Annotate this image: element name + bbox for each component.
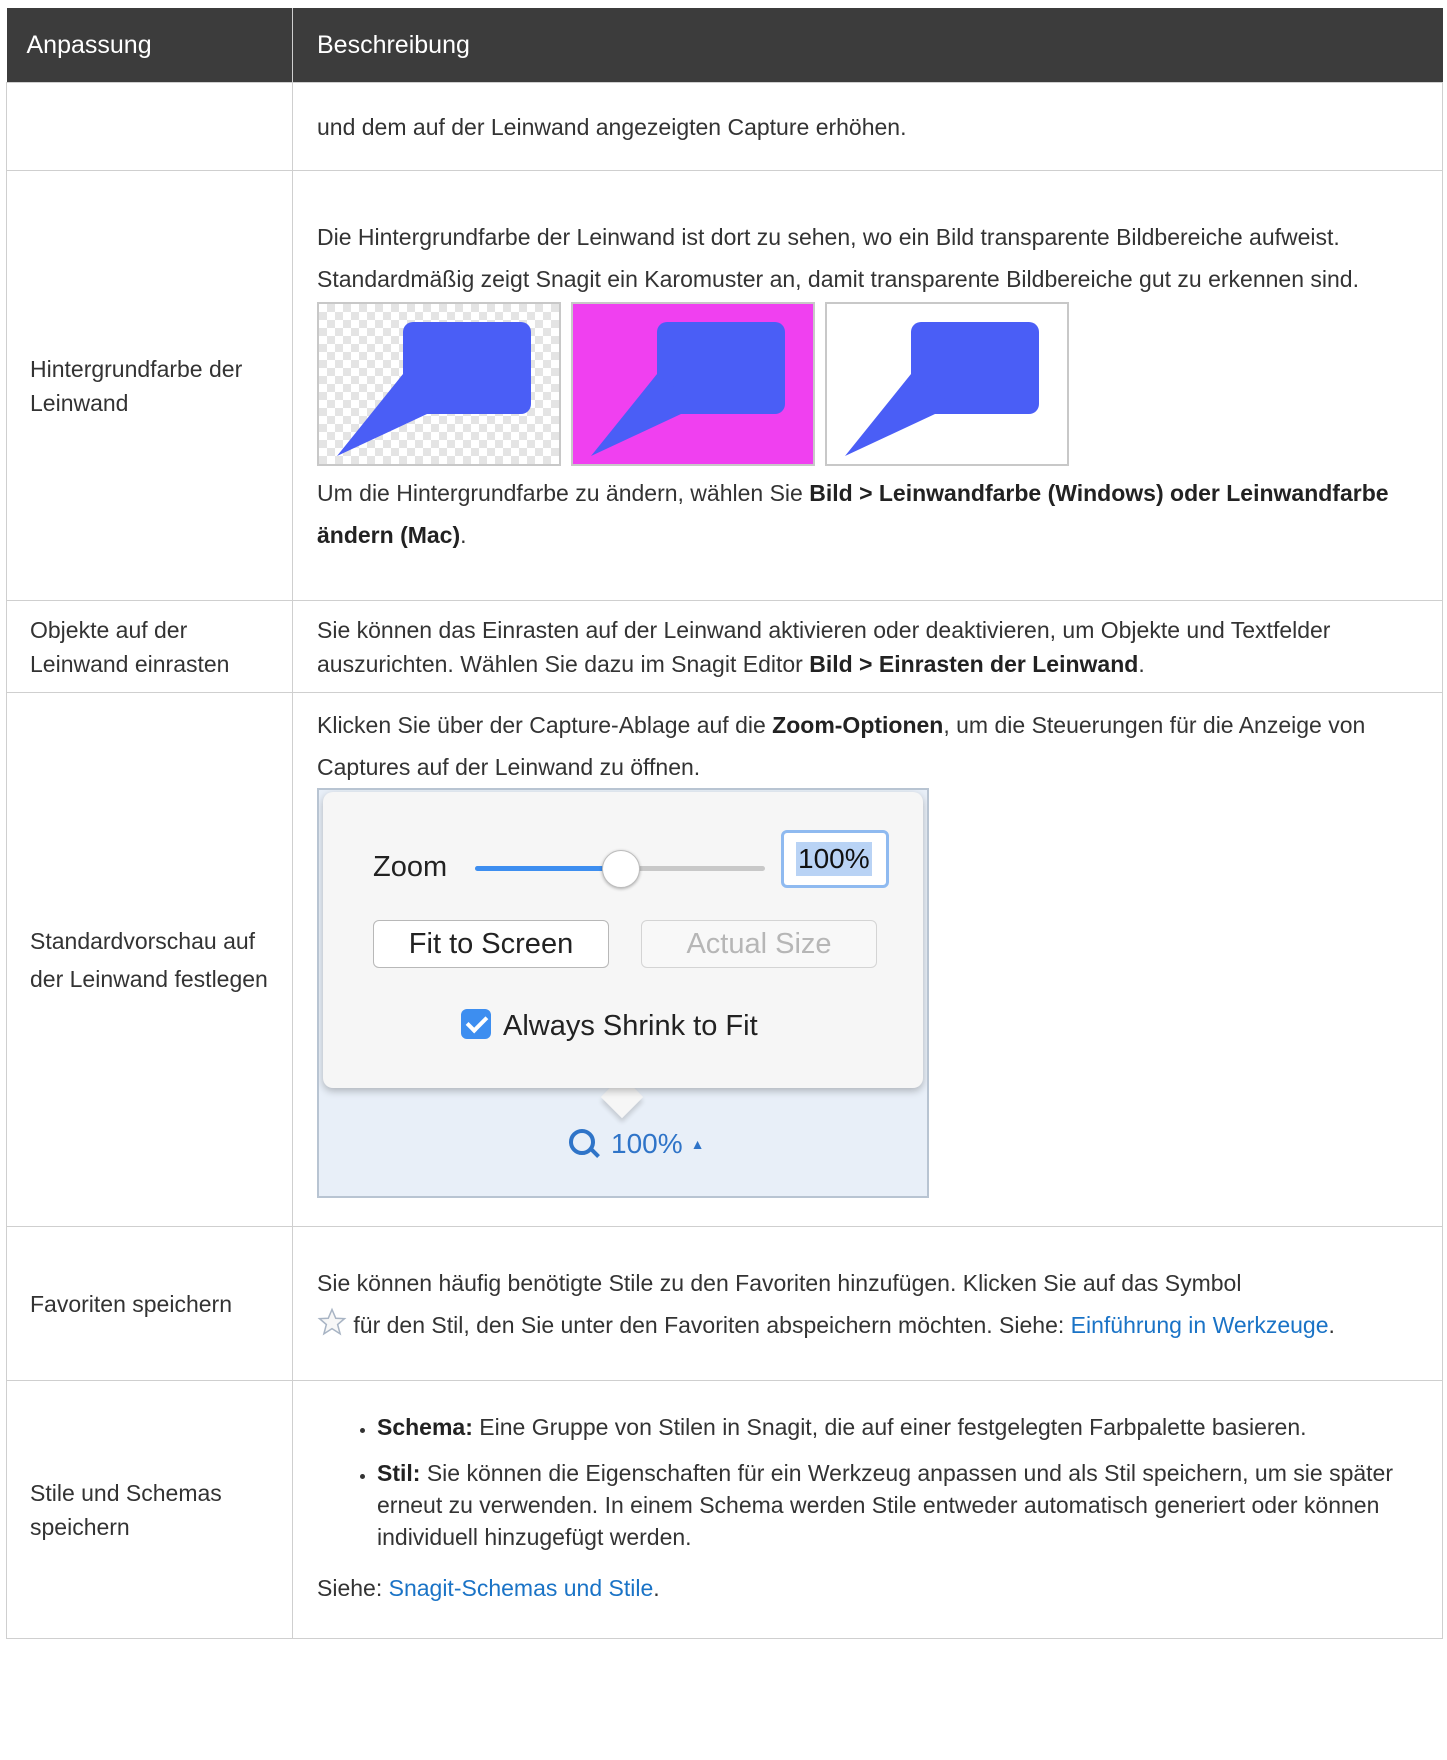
definition-list: Schema: Eine Gruppe von Stilen in Snagit… [317,1411,1422,1553]
row-description: Schema: Eine Gruppe von Stilen in Snagit… [292,1380,1443,1639]
callout-icon [337,321,531,456]
list-item: Schema: Eine Gruppe von Stilen in Snagit… [377,1411,1422,1443]
zoom-popover: Zoom 100% Fit to Screen Actual Size Alwa… [323,791,923,1088]
zoom-value-field[interactable]: 100% [781,829,889,888]
row-description: Die Hintergrundfarbe der Leinwand ist do… [292,170,1443,601]
page: Anpassung Beschreibung und dem auf der L… [6,8,1443,1639]
zoom-slider-fill [475,865,620,871]
row-description: Sie können häufig benötigte Stile zu den… [292,1226,1443,1381]
fit-to-screen-button[interactable]: Fit to Screen [373,919,609,968]
row-key [6,82,293,171]
text-part: Klicken Sie über der Capture-Ablage auf … [317,711,773,738]
table-header-row: Anpassung Beschreibung [6,8,1443,83]
column-header-anpassung: Anpassung [6,8,293,83]
see-also: Siehe: Snagit-Schemas und Stile. [317,1567,1422,1609]
zoom-value: 100% [796,841,872,876]
text-part: für den Stil, den Sie unter den Favorite… [347,1311,1071,1338]
star-icon [317,1307,347,1336]
table-row: und dem auf der Leinwand angezeigten Cap… [6,82,1443,171]
status-zoom-value: 100% [611,1127,683,1159]
definition: Sie können die Eigenschaften für ein Wer… [377,1459,1393,1550]
swatch-magenta [571,301,815,466]
callout-icon [591,321,785,456]
zoom-options-label: Zoom-Optionen [772,711,944,738]
checkbox-checked-icon[interactable] [461,1008,491,1039]
zoom-label: Zoom [373,850,448,883]
table-row: Objekte auf der Leinwand einrasten Sie k… [6,600,1443,693]
row-key: Standardvorschau auf der Leinwand festle… [6,692,293,1227]
description-outro: Um die Hintergrundfarbe zu ändern, wähle… [317,472,1422,556]
checkbox-label: Always Shrink to Fit [503,1009,758,1042]
text-part: Siehe: [317,1574,389,1601]
customization-table: Anpassung Beschreibung und dem auf der L… [6,8,1443,1639]
term: Stil: [377,1459,421,1486]
outro-end: . [460,521,467,548]
menu-path: Bild > Einrasten der Leinwand [809,650,1139,677]
row-key: Hintergrundfarbe der Leinwand [6,170,293,601]
link-snagit-schemas[interactable]: Snagit-Schemas und Stile [389,1575,654,1601]
row-description: Klicken Sie über der Capture-Ablage auf … [292,692,1443,1227]
table-row: Hintergrundfarbe der Leinwand Die Hinter… [6,170,1443,601]
table-row: Standardvorschau auf der Leinwand festle… [6,692,1443,1227]
text-part: . [653,1574,660,1601]
row-description: Sie können das Einrasten auf der Leinwan… [292,600,1443,693]
row-key: Objekte auf der Leinwand einrasten [6,600,293,693]
row-description: und dem auf der Leinwand angezeigten Cap… [292,82,1443,171]
outro-text: Um die Hintergrundfarbe zu ändern, wähle… [317,479,810,506]
description-text: Sie können häufig benötigte Stile zu den… [317,1262,1422,1346]
table-row: Stile und Schemas speichern Schema: Eine… [6,1380,1443,1639]
description-text: und dem auf der Leinwand angezeigten Cap… [317,113,907,140]
swatch-white [825,301,1069,466]
always-shrink-checkbox[interactable]: Always Shrink to Fit [461,1008,758,1044]
row-key: Stile und Schemas speichern [6,1380,293,1639]
callout-icon [845,321,1039,456]
row-key: Favoriten speichern [6,1226,293,1381]
link-einfuehrung-werkzeuge[interactable]: Einführung in Werkzeuge [1071,1312,1329,1338]
description-text: Klicken Sie über der Capture-Ablage auf … [317,704,1422,788]
background-examples [317,301,1422,466]
text-part: Sie können häufig benötigte Stile zu den… [317,1269,1242,1296]
text-part: . [1138,650,1145,677]
actual-size-button[interactable]: Actual Size [641,919,877,968]
zoom-status[interactable]: 100% ▲ [569,1124,704,1164]
table-row: Favoriten speichern Sie können häufig be… [6,1226,1443,1381]
definition: Eine Gruppe von Stilen in Snagit, die au… [472,1413,1307,1440]
text-part: . [1328,1311,1335,1338]
zoom-slider-knob[interactable] [602,849,640,888]
list-item: Stil: Sie können die Eigenschaften für e… [377,1457,1422,1553]
description-intro: Die Hintergrundfarbe der Leinwand ist do… [317,223,1359,292]
caret-up-icon: ▲ [690,1135,705,1152]
description-text: Sie können das Einrasten auf der Leinwan… [317,613,1422,681]
magnifier-icon [569,1128,595,1155]
column-header-beschreibung: Beschreibung [292,8,1443,83]
zoom-slider[interactable] [475,849,765,888]
swatch-checkerboard [317,301,561,466]
zoom-options-screenshot: Zoom 100% Fit to Screen Actual Size Alwa… [317,787,929,1198]
term: Schema: [377,1413,473,1440]
